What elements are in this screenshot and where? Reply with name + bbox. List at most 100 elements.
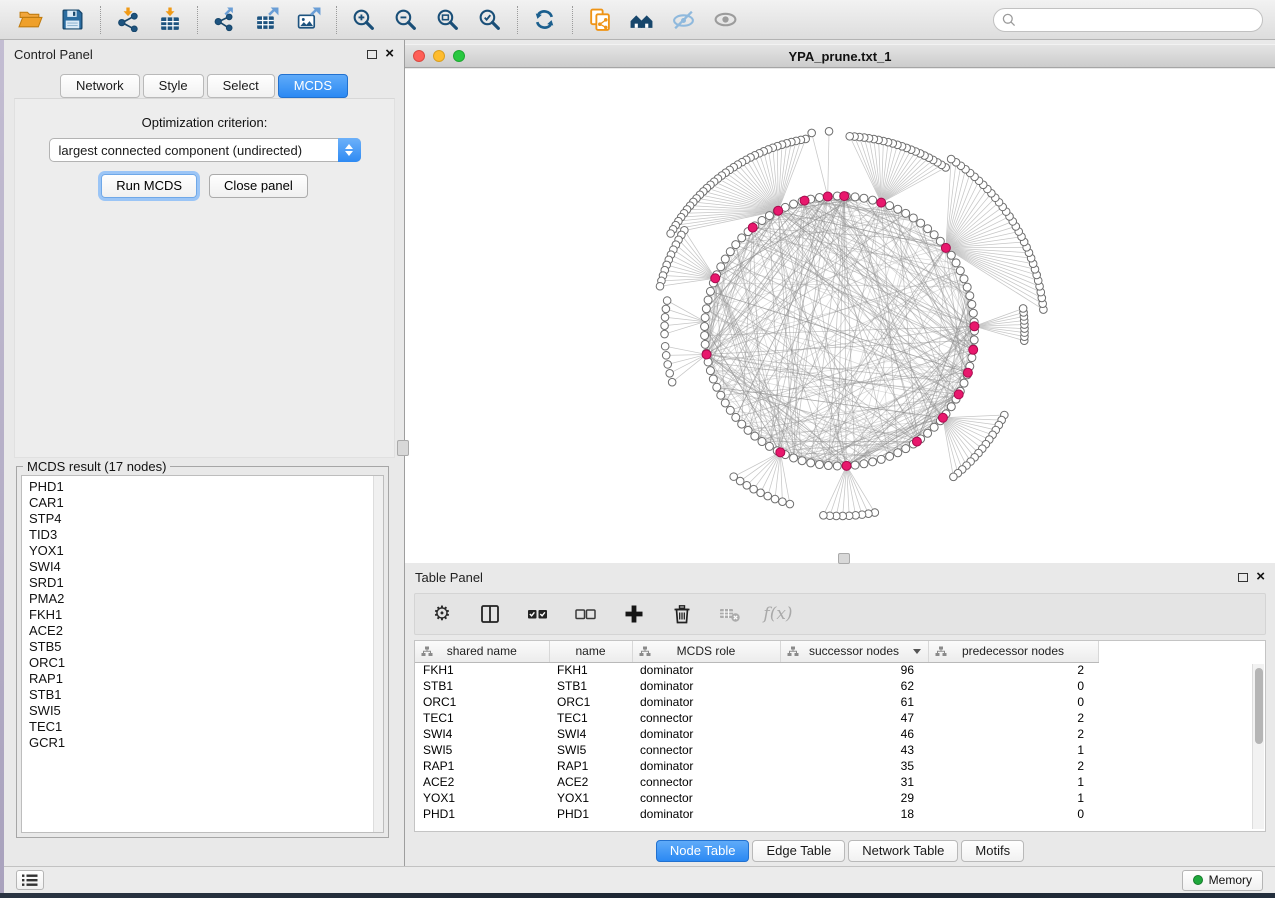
mcds-result-item[interactable]: GCR1 [29,735,383,751]
mcds-result-item[interactable]: TEC1 [29,719,383,735]
cell-successor-nodes[interactable]: 35 [780,758,928,774]
criterion-dropdown[interactable]: largest connected component (undirected) [49,138,361,162]
cell-shared-name[interactable]: SWI5 [415,742,549,758]
cell-predecessor-nodes[interactable]: 1 [928,790,1098,806]
zoom-fit-button[interactable] [429,4,465,36]
cell-mcds-role[interactable]: dominator [632,806,780,822]
mcds-result-item[interactable]: FKH1 [29,607,383,623]
mcds-result-item[interactable]: ACE2 [29,623,383,639]
cell-shared-name[interactable]: YOX1 [415,790,549,806]
cell-predecessor-nodes[interactable]: 2 [928,710,1098,726]
horizontal-splitter-grip[interactable] [838,553,850,564]
cell-predecessor-nodes[interactable]: 2 [928,758,1098,774]
cell-successor-nodes[interactable]: 18 [780,806,928,822]
table-row[interactable]: SWI5 SWI5 connector 43 1 [415,742,1265,758]
mcds-result-item[interactable]: SWI4 [29,559,383,575]
table-scrollbar[interactable] [1252,664,1264,829]
cell-successor-nodes[interactable]: 46 [780,726,928,742]
cell-name[interactable]: ACE2 [549,774,632,790]
column-header[interactable]: successor nodes [780,641,928,662]
table-row[interactable]: ACE2 ACE2 connector 31 1 [415,774,1265,790]
task-history-button[interactable] [16,870,44,890]
mcds-result-item[interactable]: PMA2 [29,591,383,607]
cell-shared-name[interactable]: PHD1 [415,806,549,822]
network-canvas[interactable] [405,69,1275,563]
cell-predecessor-nodes[interactable]: 1 [928,742,1098,758]
zoom-selected-button[interactable] [471,4,507,36]
control-panel-tab[interactable]: Select [207,74,275,98]
cell-name[interactable]: RAP1 [549,758,632,774]
select-all-columns-button[interactable] [525,601,551,627]
export-table-button[interactable] [248,4,284,36]
cell-name[interactable]: FKH1 [549,662,632,678]
cell-successor-nodes[interactable]: 31 [780,774,928,790]
mcds-result-item[interactable]: SRD1 [29,575,383,591]
cell-mcds-role[interactable]: dominator [632,726,780,742]
cell-mcds-role[interactable]: dominator [632,662,780,678]
network-window-titlebar[interactable]: YPA_prune.txt_1 [405,44,1275,68]
export-network-button[interactable] [206,4,242,36]
close-panel-icon[interactable]: × [1256,572,1265,582]
duplicate-network-button[interactable] [581,4,617,36]
mcds-result-item[interactable]: CAR1 [29,495,383,511]
cell-successor-nodes[interactable]: 43 [780,742,928,758]
cell-successor-nodes[interactable]: 62 [780,678,928,694]
column-header[interactable]: shared name [415,641,549,662]
show-all-button[interactable] [707,4,743,36]
table-row[interactable]: TEC1 TEC1 connector 47 2 [415,710,1265,726]
table-row[interactable]: SWI4 SWI4 dominator 46 2 [415,726,1265,742]
mcds-result-item[interactable]: PHD1 [29,479,383,495]
table-panel-tab[interactable]: Node Table [656,840,750,862]
create-column-button[interactable] [621,601,647,627]
float-panel-icon[interactable] [367,50,377,59]
cell-mcds-role[interactable]: connector [632,742,780,758]
cell-mcds-role[interactable]: dominator [632,678,780,694]
control-panel-tab[interactable]: Style [143,74,204,98]
cell-shared-name[interactable]: ORC1 [415,694,549,710]
hide-selected-button[interactable] [665,4,701,36]
cell-mcds-role[interactable]: connector [632,710,780,726]
table-settings-button[interactable]: ⚙ [429,601,455,627]
run-mcds-button[interactable]: Run MCDS [101,174,197,198]
cell-shared-name[interactable]: STB1 [415,678,549,694]
close-panel-button[interactable]: Close panel [209,174,308,198]
deselect-all-columns-button[interactable] [573,601,599,627]
table-row[interactable]: ORC1 ORC1 dominator 61 0 [415,694,1265,710]
cell-predecessor-nodes[interactable]: 2 [928,726,1098,742]
cell-name[interactable]: YOX1 [549,790,632,806]
result-scrollbar[interactable] [373,476,383,832]
cell-shared-name[interactable]: FKH1 [415,662,549,678]
mcds-result-item[interactable]: SWI5 [29,703,383,719]
cell-shared-name[interactable]: RAP1 [415,758,549,774]
close-panel-icon[interactable]: × [385,49,394,59]
cell-mcds-role[interactable]: connector [632,790,780,806]
mcds-result-item[interactable]: ORC1 [29,655,383,671]
table-scrollbar-thumb[interactable] [1255,668,1263,744]
cell-predecessor-nodes[interactable]: 0 [928,694,1098,710]
cell-name[interactable]: TEC1 [549,710,632,726]
cell-name[interactable]: PHD1 [549,806,632,822]
cell-predecessor-nodes[interactable]: 2 [928,662,1098,678]
save-session-button[interactable] [54,4,90,36]
control-panel-tab[interactable]: MCDS [278,74,348,98]
mcds-result-item[interactable]: STB5 [29,639,383,655]
float-panel-icon[interactable] [1238,573,1248,582]
zoom-out-button[interactable] [387,4,423,36]
table-panel-tab[interactable]: Motifs [961,840,1024,862]
mcds-result-item[interactable]: STP4 [29,511,383,527]
cell-predecessor-nodes[interactable]: 0 [928,806,1098,822]
table-panel-tab[interactable]: Network Table [848,840,958,862]
column-header[interactable]: name [549,641,632,662]
cell-shared-name[interactable]: TEC1 [415,710,549,726]
control-panel-tab[interactable]: Network [60,74,140,98]
cell-predecessor-nodes[interactable]: 0 [928,678,1098,694]
cell-name[interactable]: SWI5 [549,742,632,758]
cell-predecessor-nodes[interactable]: 1 [928,774,1098,790]
show-columns-button[interactable] [477,601,503,627]
table-row[interactable]: FKH1 FKH1 dominator 96 2 [415,662,1265,678]
cell-mcds-role[interactable]: dominator [632,694,780,710]
column-header[interactable]: MCDS role [632,641,780,662]
mcds-result-item[interactable]: RAP1 [29,671,383,687]
cell-mcds-role[interactable]: dominator [632,758,780,774]
table-row[interactable]: RAP1 RAP1 dominator 35 2 [415,758,1265,774]
